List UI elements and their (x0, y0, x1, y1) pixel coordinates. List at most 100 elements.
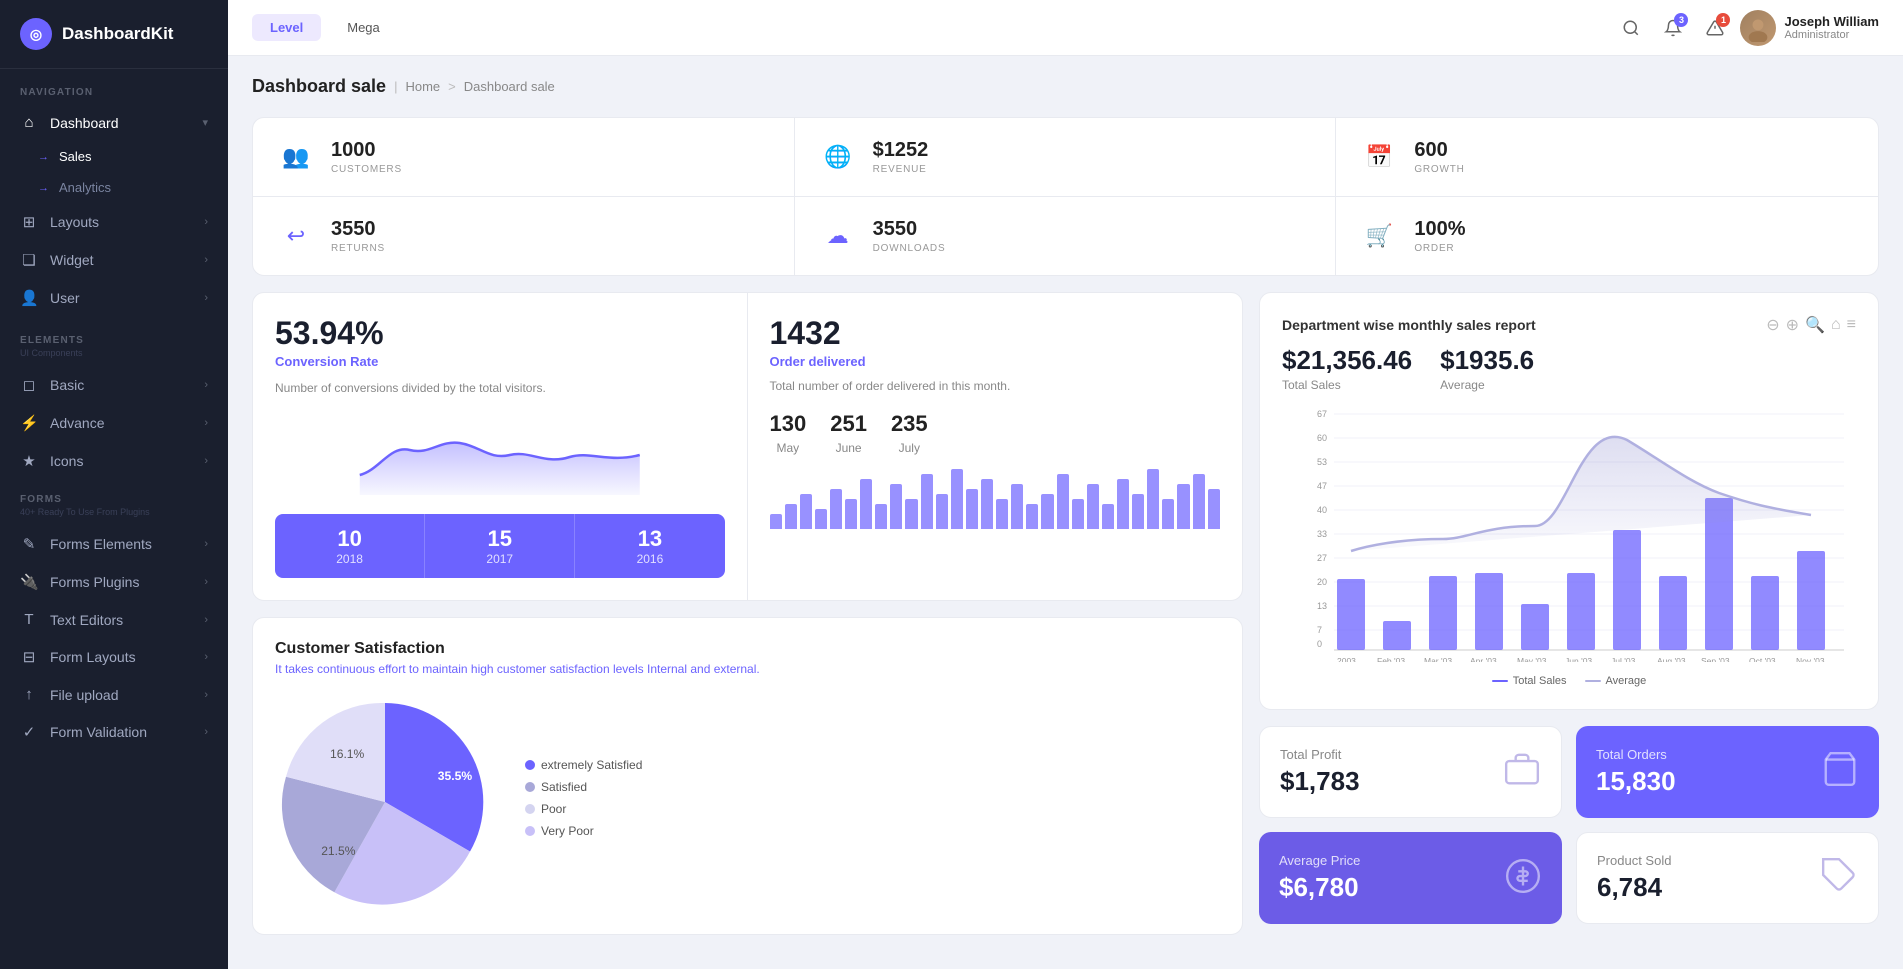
app-logo[interactable]: ◎ DashboardKit (0, 0, 228, 69)
legend-extremely-satisfied: extremely Satisfied (525, 758, 642, 772)
svg-text:21.5%: 21.5% (321, 844, 356, 858)
date-num-2: 15 (433, 526, 566, 552)
chart-numbers: $21,356.46 Total Sales $1935.6 Average (1282, 345, 1856, 392)
downloads-label: DOWNLOADS (873, 243, 946, 254)
profit-label: Total Profit (1280, 747, 1360, 762)
mini-bar-item (1072, 499, 1084, 529)
customers-value: 1000 (331, 139, 402, 162)
main-content-grid: 53.94% Conversion Rate Number of convers… (252, 292, 1879, 935)
sidebar-item-forms-plugins[interactable]: 🔌 Forms Plugins › (0, 563, 228, 601)
sidebar-item-dashboard[interactable]: ⌂ Dashboard ▾ (0, 104, 228, 141)
bottom-stats: Total Profit $1,783 Total Orders (1259, 726, 1879, 924)
legend-line-total (1492, 680, 1508, 682)
sidebar-item-widget-label: Widget (50, 252, 94, 268)
tab-level[interactable]: Level (252, 14, 321, 41)
alerts-button[interactable]: 1 (1698, 11, 1732, 45)
mini-bar-item (1177, 484, 1189, 529)
alert-badge: 1 (1716, 13, 1730, 27)
breadcrumb-home[interactable]: Home (405, 79, 440, 94)
chevron-icon-advance: › (204, 417, 208, 429)
sidebar-item-form-layouts[interactable]: ⊟ Form Layouts › (0, 638, 228, 676)
tab-mega[interactable]: Mega (329, 14, 398, 41)
legend-poor: Poor (525, 802, 642, 816)
average-label: Average (1440, 378, 1534, 392)
user-avatar[interactable] (1740, 10, 1776, 46)
revenue-label: REVENUE (873, 164, 929, 175)
sidebar-subitem-sales-label: Sales (59, 149, 92, 164)
stat-growth: 📅 600 GROWTH (1336, 118, 1878, 197)
file-upload-icon: ↑ (20, 686, 38, 703)
sidebar-item-file-upload-label: File upload (50, 687, 119, 703)
forms-sub: 40+ Ready To Use From Plugins (0, 507, 228, 525)
notifications-button[interactable]: 3 (1656, 11, 1690, 45)
search-button[interactable] (1614, 11, 1648, 45)
sidebar-subitem-sales[interactable]: → Sales (0, 141, 228, 172)
mini-bar-item (996, 499, 1008, 529)
legend-dot-4 (525, 826, 535, 836)
sidebar-item-file-upload[interactable]: ↑ File upload › (0, 676, 228, 713)
sidebar-item-advance[interactable]: ⚡ Advance › (0, 404, 228, 442)
svg-text:Sep '03: Sep '03 (1701, 656, 1730, 662)
page-title: Dashboard sale (252, 76, 386, 97)
sidebar-item-layouts-label: Layouts (50, 214, 99, 230)
legend-very-poor: Very Poor (525, 824, 642, 838)
breadcrumb-separator-2: > (448, 79, 456, 94)
svg-text:20: 20 (1317, 577, 1327, 587)
mini-bar-item (936, 494, 948, 529)
satisfaction-link[interactable]: Internal (647, 662, 687, 676)
right-column: Department wise monthly sales report ⊖ ⊕… (1259, 292, 1879, 935)
customers-label: CUSTOMERS (331, 164, 402, 175)
month-july: 235 July (891, 411, 928, 455)
mini-bar-item (1011, 484, 1023, 529)
sidebar-item-icons[interactable]: ★ Icons › (0, 442, 228, 480)
growth-value: 600 (1414, 139, 1464, 162)
july-num: 235 (891, 411, 928, 437)
topbar: Level Mega 3 1 Joseph William Administra… (228, 0, 1903, 56)
elements-label: ELEMENTS (0, 317, 228, 348)
orders-label: Total Orders (1596, 747, 1676, 762)
sales-chart-svg: 67 60 53 47 40 33 27 20 13 7 0 (1282, 402, 1856, 662)
search-icon[interactable]: 🔍 (1805, 315, 1825, 335)
stat-returns: ↩ 3550 RETURNS (253, 197, 795, 275)
arrow-icon-2: → (38, 182, 49, 194)
mini-bar-item (815, 509, 827, 529)
satisfaction-title: Customer Satisfaction (275, 640, 1220, 658)
chevron-icon-user: › (204, 292, 208, 304)
date-badge-2: 15 2017 (425, 514, 575, 578)
sidebar-item-layouts[interactable]: ⊞ Layouts › (0, 203, 228, 241)
orders-value: 15,830 (1596, 766, 1676, 797)
orders-panel: 1432 Order delivered Total number of ord… (748, 293, 1243, 600)
mini-bar-item (966, 489, 978, 529)
sidebar-item-forms-elements[interactable]: ✎ Forms Elements › (0, 525, 228, 563)
total-sales-label: Total Sales (1282, 378, 1412, 392)
order-count: 1432 (770, 315, 1221, 352)
chart-controls[interactable]: ⊖ ⊕ 🔍 ⌂ ≡ (1766, 315, 1856, 335)
sidebar-item-widget[interactable]: ❏ Widget › (0, 241, 228, 279)
widget-icon: ❏ (20, 251, 38, 269)
zoom-in-icon[interactable]: ⊕ (1786, 315, 1799, 335)
menu-icon[interactable]: ≡ (1847, 316, 1856, 334)
svg-text:0: 0 (1317, 639, 1322, 649)
sidebar-subitem-analytics[interactable]: → Analytics (0, 172, 228, 203)
sidebar-item-form-validation[interactable]: ✓ Form Validation › (0, 713, 228, 751)
pie-chart: 35.5% 16.1% 21.5% (275, 692, 495, 912)
layouts-icon: ⊞ (20, 213, 38, 231)
mini-bar-item (1102, 504, 1114, 529)
sidebar-item-basic[interactable]: ◻ Basic › (0, 366, 228, 404)
mini-bar-item (951, 469, 963, 529)
sidebar-item-user[interactable]: 👤 User › (0, 279, 228, 317)
zoom-out-icon[interactable]: ⊖ (1766, 315, 1779, 335)
chevron-icon-text-editors: › (204, 614, 208, 626)
sidebar-item-text-editors[interactable]: T Text Editors › (0, 601, 228, 638)
product-sold-value: 6,784 (1597, 872, 1671, 903)
content-area: Dashboard sale | Home > Dashboard sale 👥… (228, 56, 1903, 969)
home-icon[interactable]: ⌂ (1831, 316, 1841, 334)
mini-bar-item (1026, 504, 1038, 529)
legend-dot-3 (525, 804, 535, 814)
mini-bar-item (845, 499, 857, 529)
mini-bar-item (875, 504, 887, 529)
chevron-icon-form-layouts: › (204, 651, 208, 663)
left-column: 53.94% Conversion Rate Number of convers… (252, 292, 1243, 935)
month-may: 130 May (770, 411, 807, 455)
svg-text:40: 40 (1317, 505, 1327, 515)
